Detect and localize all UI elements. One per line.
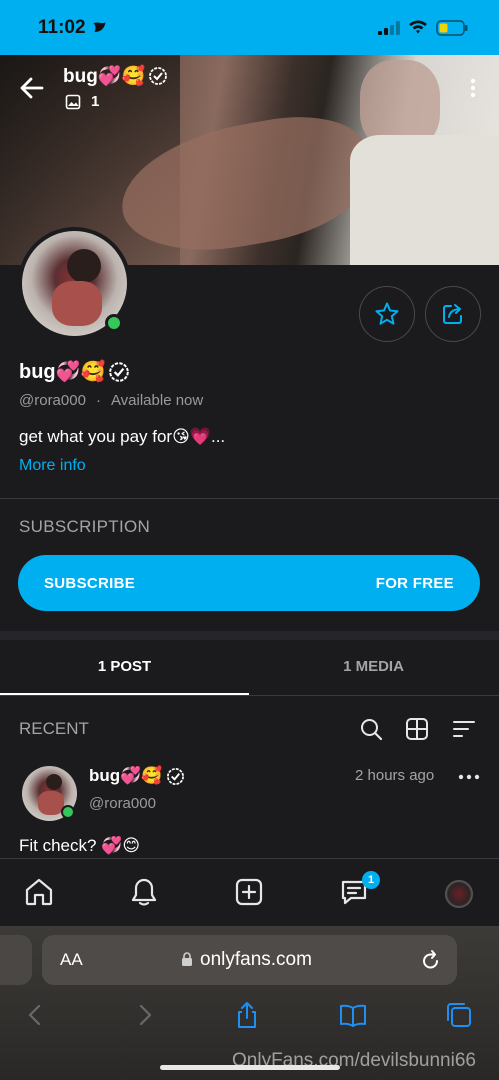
bottom-nav: 1 bbox=[0, 858, 499, 926]
grid-view-icon[interactable] bbox=[405, 717, 429, 741]
share-icon bbox=[443, 304, 462, 324]
tab-posts[interactable]: 1 POST bbox=[0, 658, 249, 675]
cover-media-count: 1 bbox=[65, 93, 99, 110]
verified-badge-icon bbox=[149, 67, 168, 85]
profile-name-text: bug💞🥰 bbox=[19, 361, 106, 383]
nav-profile-avatar[interactable] bbox=[445, 880, 473, 908]
reader-options-button[interactable]: AA bbox=[60, 950, 83, 970]
post-more-icon[interactable] bbox=[458, 770, 480, 784]
wifi-icon bbox=[409, 20, 427, 34]
bookmarks-icon[interactable] bbox=[339, 1001, 367, 1029]
search-icon[interactable] bbox=[359, 717, 383, 741]
subscribe-price: FOR FREE bbox=[375, 574, 454, 592]
post-author-handle: @rora000 bbox=[89, 795, 156, 812]
status-time: 11:02 bbox=[38, 17, 86, 38]
browser-back-icon[interactable] bbox=[22, 1001, 50, 1029]
home-indicator[interactable] bbox=[160, 1065, 340, 1070]
url-text: onlyfans.com bbox=[200, 949, 312, 970]
post-author-name-text: bug💞🥰 bbox=[89, 766, 163, 785]
battery-icon bbox=[436, 20, 468, 36]
recent-title: RECENT bbox=[19, 719, 89, 738]
post-text: Fit check? 💞😊 bbox=[19, 836, 141, 855]
previous-tab-stub[interactable] bbox=[0, 935, 32, 985]
share-button[interactable] bbox=[425, 286, 481, 342]
cover-name-text: bug💞🥰 bbox=[63, 66, 146, 87]
home-icon[interactable] bbox=[23, 876, 55, 908]
favorite-button[interactable] bbox=[359, 286, 415, 342]
divider bbox=[0, 498, 499, 499]
image-icon bbox=[65, 94, 81, 109]
verified-badge-icon bbox=[166, 767, 184, 785]
bell-icon[interactable] bbox=[128, 876, 160, 908]
star-icon bbox=[375, 302, 399, 325]
media-count-label: 1 bbox=[91, 93, 100, 110]
separator-dot: · bbox=[95, 392, 101, 409]
cover-profile-name: bug💞🥰 bbox=[63, 64, 168, 88]
profile-bio: get what you pay for😘💗... bbox=[19, 427, 226, 446]
focus-mode-icon bbox=[93, 22, 106, 32]
post-online-dot bbox=[61, 805, 75, 819]
profile-handle: @rora000 bbox=[19, 392, 86, 409]
share-sheet-icon[interactable] bbox=[233, 1001, 261, 1029]
subscription-title: SUBSCRIPTION bbox=[19, 517, 151, 536]
subscribe-button[interactable]: SUBSCRIBE FOR FREE bbox=[18, 555, 480, 611]
browser-forward-icon[interactable] bbox=[130, 1001, 158, 1029]
post-timestamp: 2 hours ago bbox=[355, 767, 435, 784]
more-options-icon[interactable] bbox=[464, 76, 482, 100]
lock-icon bbox=[182, 952, 192, 966]
add-post-icon[interactable] bbox=[233, 876, 265, 908]
tabs-overview-icon[interactable] bbox=[445, 1001, 473, 1029]
online-status-dot bbox=[105, 314, 123, 332]
back-arrow-icon[interactable] bbox=[18, 74, 46, 102]
subscribe-label: SUBSCRIBE bbox=[44, 574, 136, 592]
reload-icon[interactable] bbox=[421, 949, 441, 971]
verified-badge-icon bbox=[109, 361, 130, 382]
more-info-link[interactable]: More info bbox=[19, 457, 86, 475]
tabs-divider bbox=[0, 695, 499, 696]
messages-badge: 1 bbox=[362, 871, 380, 889]
handle-line: @rora000 · Available now bbox=[19, 392, 203, 409]
sort-icon[interactable] bbox=[452, 717, 476, 741]
section-separator bbox=[0, 631, 499, 640]
profile-name: bug💞🥰 bbox=[19, 359, 130, 384]
status-bar: 11:02 bbox=[0, 0, 499, 55]
tab-media[interactable]: 1 MEDIA bbox=[249, 658, 498, 675]
post-author-name[interactable]: bug💞🥰 bbox=[89, 766, 185, 786]
cellular-signal-icon bbox=[378, 21, 400, 35]
availability-status: Available now bbox=[110, 392, 204, 409]
